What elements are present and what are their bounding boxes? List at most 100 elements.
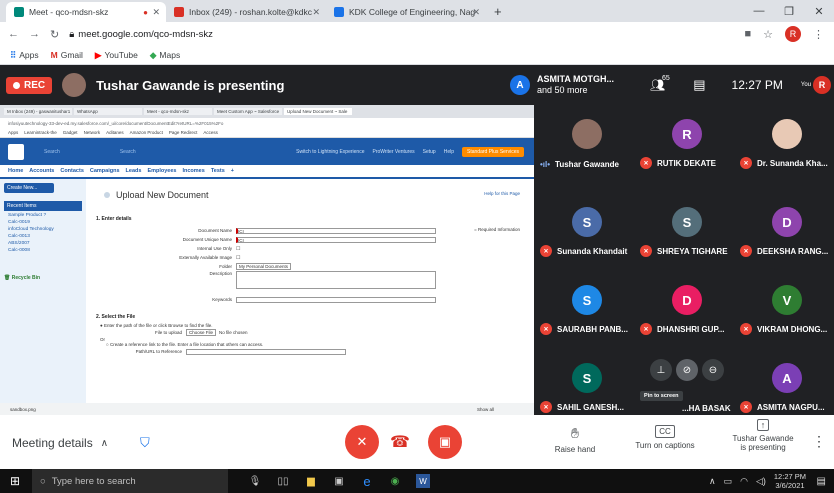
captions-button[interactable]: CC Turn on captions bbox=[630, 425, 700, 450]
close-window-icon[interactable]: ✕ bbox=[804, 0, 834, 22]
sf-org-badge: Standard Plus Services bbox=[462, 146, 524, 157]
shared-tab: WhatsApp bbox=[74, 108, 142, 115]
meeting-details-button[interactable]: Meeting details ∧ ⛉ bbox=[12, 435, 150, 451]
tile-hover-controls: ⊥ ⊘ ⊖ bbox=[650, 359, 724, 381]
maximize-icon[interactable]: ❐ bbox=[774, 0, 804, 22]
forward-arrow-icon[interactable]: → bbox=[29, 28, 40, 40]
apps-grid-icon: ⠿ bbox=[10, 49, 17, 60]
tab-kdk[interactable]: KDK College of Engineering, Nag ✕ bbox=[326, 2, 486, 22]
remove-icon[interactable]: ⊖ bbox=[702, 359, 724, 381]
taskbar-clock[interactable]: 12:27 PM 3/6/2021 bbox=[774, 472, 806, 490]
gmail-icon: M bbox=[50, 50, 58, 60]
participant-tile[interactable]: S ✕ Sunanda Khandait bbox=[538, 193, 644, 259]
sf-recent-item: Calc-0019 bbox=[8, 220, 30, 225]
profile-avatar[interactable]: R bbox=[785, 26, 801, 42]
store-icon[interactable]: ▣ bbox=[332, 474, 346, 488]
search-icon: ○ bbox=[40, 475, 46, 487]
bookmark-gmail[interactable]: M Gmail bbox=[51, 50, 83, 60]
participant-tile[interactable]: ✕ Dr. Sunanda Kha... bbox=[738, 105, 834, 171]
tab-label: KDK College of Engineering, Nag bbox=[349, 7, 476, 17]
participant-avatar: D bbox=[672, 285, 702, 315]
edge-icon[interactable]: e bbox=[360, 474, 374, 489]
participant-tile[interactable]: S ✕ SHREYA TIGHARE bbox=[638, 193, 744, 259]
participant-tile[interactable]: D ✕ DHANSHRI GUP... bbox=[638, 271, 744, 337]
mic-icon[interactable]: 🎙︎ bbox=[248, 474, 262, 488]
participant-tile-hovered[interactable]: ⊥ ⊘ ⊖ Pin to screen ...HA BASAK bbox=[638, 349, 744, 415]
recording-dot-icon: ● bbox=[143, 7, 148, 17]
volume-icon[interactable]: ◁) bbox=[756, 476, 766, 487]
sf-recent-item: Calc-0008 bbox=[8, 248, 30, 253]
close-tab-icon[interactable]: ✕ bbox=[152, 7, 160, 18]
star-icon[interactable]: ☆ bbox=[763, 28, 773, 41]
mic-off-icon: ✕ bbox=[540, 245, 552, 257]
shared-screen: M Inbox (249) - gaswanitushar1 WhatsApp … bbox=[0, 105, 534, 415]
document-icon bbox=[104, 192, 110, 198]
checkbox-icon: ☐ bbox=[236, 245, 241, 252]
reload-icon[interactable]: ↻ bbox=[50, 28, 59, 41]
self-avatar: R bbox=[813, 76, 832, 94]
record-dot-icon bbox=[13, 81, 20, 89]
participant-tile[interactable]: D ✕ DEEKSHA RANG... bbox=[738, 193, 834, 259]
shared-tab: Meet Custom App ~ Salesforce bbox=[214, 108, 282, 115]
chat-icon[interactable]: ▤ bbox=[693, 77, 705, 93]
shared-tab: Upload New Document ~ Sale bbox=[284, 108, 352, 115]
participant-tile[interactable]: •ıl• Tushar Gawande bbox=[538, 105, 644, 171]
sf-recent-title: Recent Items bbox=[4, 201, 82, 211]
sf-field-row: Document Unique Name ICI bbox=[96, 235, 524, 244]
bookmark-youtube[interactable]: ▶ YouTube bbox=[95, 50, 138, 61]
sf-field-row: Document Name ICI bbox=[96, 226, 524, 235]
mic-toggle-button[interactable]: ✕ bbox=[345, 425, 379, 459]
task-view-icon[interactable]: ▯▯ bbox=[276, 474, 290, 488]
windows-start-icon[interactable]: ⊞ bbox=[10, 474, 20, 488]
minimize-icon[interactable]: — bbox=[744, 0, 774, 22]
shared-tab: Meet - qco-mdsn-skz bbox=[144, 108, 212, 115]
windows-taskbar: ⊞ ○ Type here to search 🎙︎ ▯▯ ▆ ▣ e ◉ W … bbox=[0, 469, 834, 493]
pin-icon[interactable]: ⊥ bbox=[650, 359, 672, 381]
new-tab-button[interactable]: + bbox=[494, 4, 502, 19]
browser-tab-bar: Meet - qco-mdsn-skz ● ✕ Inbox (249) - ro… bbox=[0, 0, 834, 22]
close-tab-icon[interactable]: ✕ bbox=[472, 7, 480, 18]
sf-recent-item: Sample Product ? bbox=[8, 213, 47, 218]
participant-tile[interactable]: R ✕ RUTIK DEKATE bbox=[638, 105, 744, 171]
bookmark-maps[interactable]: ◆ Maps bbox=[150, 50, 180, 61]
raise-hand-button[interactable]: ✋︎ Raise hand bbox=[550, 425, 600, 454]
camera-indicator-icon[interactable]: ■ bbox=[744, 28, 751, 40]
self-view[interactable]: You R bbox=[801, 76, 832, 94]
bookmark-apps[interactable]: ⠿ Apps bbox=[10, 50, 39, 61]
tray-chevron-icon[interactable]: ∧ bbox=[709, 476, 716, 487]
participant-avatar: V bbox=[772, 285, 802, 315]
presenting-button[interactable]: ↑ Tushar Gawande is presenting bbox=[725, 419, 801, 452]
participant-tile[interactable]: V ✕ VIKRAM DHONG... bbox=[738, 271, 834, 337]
sf-page-heading: Upload New Document bbox=[104, 190, 524, 200]
tab-label: Meet - qco-mdsn-skz bbox=[29, 7, 109, 17]
file-explorer-icon[interactable]: ▆ bbox=[304, 474, 318, 488]
sf-help-link: Help for this Page bbox=[484, 191, 520, 196]
participant-tile[interactable]: S ✕ SAHIL GANESH... bbox=[538, 349, 644, 415]
kebab-menu-icon[interactable]: ⋮ bbox=[813, 28, 824, 41]
sf-recycle-bin: 🗑︎ Recycle Bin bbox=[4, 275, 41, 281]
shield-icon[interactable]: ⛉ bbox=[140, 435, 150, 451]
leave-call-button[interactable]: ☎︎ bbox=[383, 425, 417, 459]
close-tab-icon[interactable]: ✕ bbox=[312, 7, 320, 18]
participant-tile[interactable]: A ✕ ASMITA NAGPU... bbox=[738, 349, 834, 415]
notifications-icon[interactable]: ▤ bbox=[817, 476, 826, 487]
people-button[interactable]: 👥︎ 65 bbox=[650, 75, 670, 92]
tab-gmail[interactable]: Inbox (249) - roshan.kolte@kdkc ✕ bbox=[166, 2, 326, 22]
participant-avatar: D bbox=[772, 207, 802, 237]
back-arrow-icon[interactable]: ← bbox=[8, 28, 19, 40]
meeting-clock: 12:27 PM bbox=[731, 78, 783, 92]
sf-search-box: Search bbox=[44, 148, 60, 155]
camera-toggle-button[interactable]: ▣ bbox=[428, 425, 462, 459]
mic-off-icon[interactable]: ⊘ bbox=[676, 359, 698, 381]
sf-section-title: 2. Select the File bbox=[96, 314, 136, 320]
wifi-icon[interactable]: ◠ bbox=[740, 476, 748, 487]
word-icon[interactable]: W bbox=[416, 474, 430, 488]
battery-icon[interactable]: ▭ bbox=[724, 476, 733, 487]
sf-sidebar: Create New... Recent Items Sample Produc… bbox=[0, 179, 86, 405]
tab-meet[interactable]: Meet - qco-mdsn-skz ● ✕ bbox=[6, 2, 166, 22]
participant-tile[interactable]: S ✕ SAURABH PANB... bbox=[538, 271, 644, 337]
more-options-icon[interactable]: ⋮ bbox=[812, 433, 826, 450]
taskbar-search[interactable]: ○ Type here to search bbox=[32, 469, 228, 493]
url-field[interactable]: 🔒︎ meet.google.com/qco-mdsn-skz bbox=[69, 29, 213, 40]
chrome-icon[interactable]: ◉ bbox=[388, 474, 402, 488]
